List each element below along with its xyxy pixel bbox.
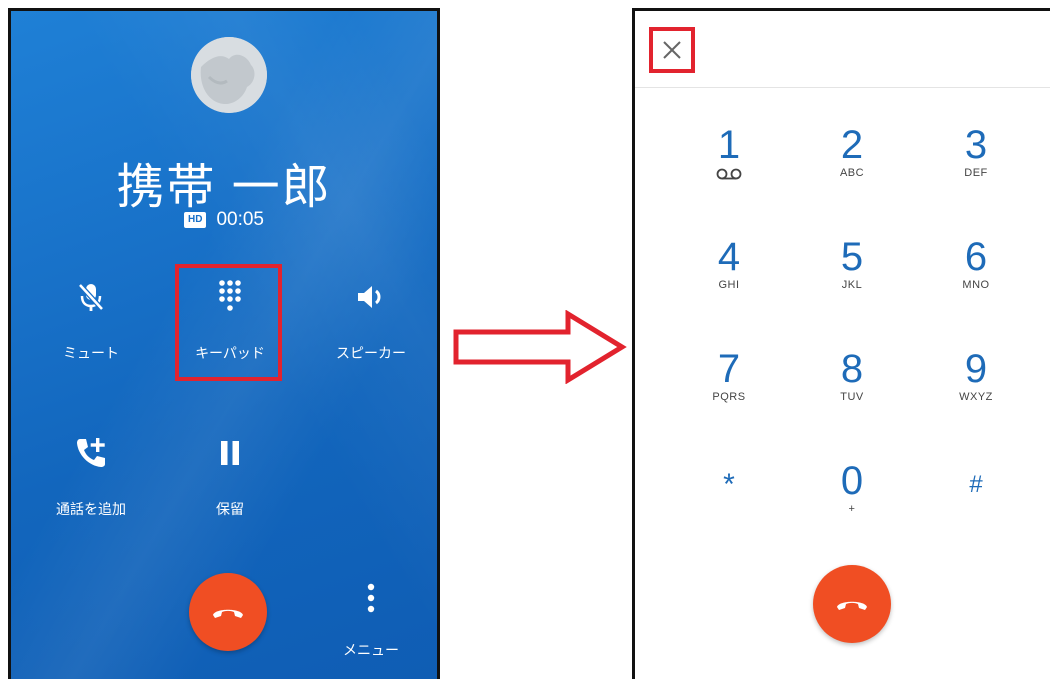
key-3-digit: 3 <box>964 123 988 167</box>
keypad-highlight-box <box>175 264 282 381</box>
key-4[interactable]: 4 GHI <box>684 235 774 315</box>
hangup-icon <box>213 609 243 618</box>
key-hash[interactable]: # <box>931 463 1021 543</box>
key-hash-symbol: # <box>969 471 983 498</box>
key-3-letters: DEF <box>964 167 988 179</box>
key-3[interactable]: 3 DEF <box>931 123 1021 203</box>
mute-button[interactable]: ミュート <box>31 277 151 363</box>
right-arrow-icon <box>453 310 627 384</box>
dialpad-end-call-button[interactable] <box>813 565 891 643</box>
avatar-silhouette-icon <box>191 37 267 113</box>
hangup-icon <box>837 601 867 610</box>
call-duration: 00:05 <box>216 209 264 230</box>
key-2[interactable]: 2 ABC <box>807 123 897 203</box>
add-call-button[interactable]: 通話を追加 <box>31 433 151 519</box>
more-vert-icon <box>367 583 375 613</box>
speaker-icon <box>311 277 431 317</box>
key-9-letters: WXYZ <box>959 391 993 403</box>
caller-name: 携帯 一郎 <box>116 161 332 214</box>
add-call-label: 通話を追加 <box>56 501 126 517</box>
close-highlight-box <box>649 27 695 73</box>
key-8-digit: 8 <box>840 347 864 391</box>
key-2-letters: ABC <box>839 167 865 179</box>
key-star[interactable]: * <box>684 463 774 543</box>
key-4-letters: GHI <box>718 279 740 291</box>
key-star-symbol: * <box>723 468 735 501</box>
hold-button[interactable]: 保留 <box>170 433 290 519</box>
key-4-digit: 4 <box>717 235 741 279</box>
key-6[interactable]: 6 MNO <box>931 235 1021 315</box>
key-2-digit: 2 <box>840 123 864 167</box>
key-1[interactable]: 1 <box>684 123 774 203</box>
key-9-digit: 9 <box>964 347 988 391</box>
key-8[interactable]: 8 TUV <box>807 347 897 427</box>
end-call-button[interactable] <box>189 573 267 651</box>
menu-label: メニュー <box>343 642 399 658</box>
key-8-letters: TUV <box>840 391 864 403</box>
speaker-button[interactable]: スピーカー <box>311 277 431 363</box>
hold-label: 保留 <box>216 501 244 517</box>
mute-label: ミュート <box>63 345 119 361</box>
key-0-plus: + <box>848 503 856 515</box>
speaker-label: スピーカー <box>336 345 406 361</box>
hd-badge: HD <box>184 212 207 228</box>
avatar <box>191 37 267 113</box>
key-9[interactable]: 9 WXYZ <box>931 347 1021 427</box>
key-5-letters: JKL <box>841 279 863 291</box>
key-0[interactable]: 0 + <box>807 459 897 539</box>
key-7[interactable]: 7 PQRS <box>684 347 774 427</box>
dialpad-screen: 1 2 ABC 3 DEF 4 GHI 5 JKL 6 MNO 7 PQRS 8… <box>632 8 1050 679</box>
add-call-icon <box>31 433 151 473</box>
key-1-digit: 1 <box>717 123 741 167</box>
header-divider <box>635 87 1050 88</box>
mic-off-icon <box>31 277 151 317</box>
key-7-letters: PQRS <box>712 391 746 403</box>
call-status-row: HD 00:05 <box>11 209 437 231</box>
voicemail-icon <box>716 168 742 180</box>
key-6-letters: MNO <box>962 279 990 291</box>
key-5[interactable]: 5 JKL <box>807 235 897 315</box>
pause-icon <box>170 433 290 473</box>
key-6-digit: 6 <box>964 235 988 279</box>
incall-screen: 携帯 一郎 HD 00:05 ミュート キーパッド スピーカー 通話を追加 保留… <box>8 8 440 679</box>
menu-button[interactable]: メニュー <box>335 583 407 660</box>
key-0-digit: 0 <box>840 459 864 503</box>
key-5-digit: 5 <box>840 235 864 279</box>
key-7-digit: 7 <box>717 347 741 391</box>
